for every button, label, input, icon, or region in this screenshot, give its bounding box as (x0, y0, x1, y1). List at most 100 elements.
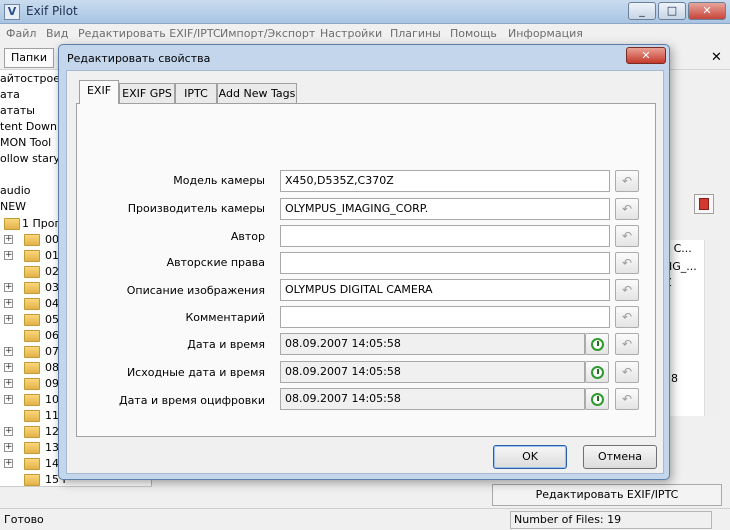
file-count: Number of Files: 19 (510, 511, 712, 529)
expand-icon[interactable]: + (4, 251, 13, 260)
label-datetime-original: Исходные дата и время (126, 366, 265, 379)
tab-add-new-tags[interactable]: Add New Tags (217, 83, 297, 103)
expand-icon[interactable]: + (4, 299, 13, 308)
undo-icon[interactable]: ↶ (615, 170, 639, 192)
tab-exif[interactable]: EXIF (79, 80, 119, 104)
folder-icon (24, 346, 40, 358)
folder-icon (24, 298, 40, 310)
tree-item[interactable]: ататы (0, 104, 35, 117)
status-text: Готово (4, 513, 44, 526)
app-logo-icon[interactable]: V (4, 4, 20, 20)
clock-button[interactable] (585, 388, 609, 410)
folder-icon (24, 394, 40, 406)
dialog-body: EXIF EXIF GPS IPTC Add New Tags Модель к… (66, 70, 664, 474)
camera-model-field[interactable]: X450,D535Z,C370Z (280, 170, 610, 192)
undo-icon[interactable]: ↶ (615, 361, 639, 383)
maximize-button[interactable]: □ (658, 2, 686, 20)
comment-field[interactable] (280, 306, 610, 328)
delete-button[interactable] (694, 194, 714, 214)
folder-icon (24, 250, 40, 262)
folder-icon (24, 314, 40, 326)
folder-icon (24, 410, 40, 422)
expand-icon[interactable]: + (4, 443, 13, 452)
menu-help[interactable]: Помощь (450, 27, 497, 40)
copyright-field[interactable] (280, 252, 610, 274)
menu-settings[interactable]: Настройки (320, 27, 382, 40)
folder-icon (24, 474, 40, 486)
expand-icon[interactable]: + (4, 235, 13, 244)
folder-icon (24, 378, 40, 390)
expand-icon[interactable]: + (4, 379, 13, 388)
expand-icon[interactable]: + (4, 363, 13, 372)
ok-button[interactable]: OK (493, 445, 567, 469)
tree-item[interactable]: айтострое (0, 72, 60, 85)
label-camera-model: Модель камеры (173, 174, 265, 187)
undo-icon[interactable]: ↶ (615, 252, 639, 274)
clock-button[interactable] (585, 333, 609, 355)
expand-icon[interactable]: + (4, 395, 13, 404)
undo-icon[interactable]: ↶ (615, 225, 639, 247)
undo-icon[interactable]: ↶ (615, 306, 639, 328)
expand-icon[interactable]: + (4, 459, 13, 468)
menu-plugins[interactable]: Плагины (390, 27, 441, 40)
tree-item[interactable]: tent Down (0, 120, 57, 133)
camera-maker-field[interactable]: OLYMPUS_IMAGING_CORP. (280, 198, 610, 220)
delete-icon (699, 198, 709, 210)
expand-icon[interactable]: + (4, 427, 13, 436)
tab-iptc[interactable]: IPTC (175, 83, 217, 103)
folders-tab[interactable]: Папки (4, 48, 54, 68)
menu-import-export[interactable]: Импорт/Экспорт (220, 27, 315, 40)
menu-bar: Файл Вид Редактировать EXIF/IPTC Импорт/… (0, 24, 730, 44)
main-title-bar: V Exif Pilot _ □ ✕ (0, 0, 730, 24)
tree-item[interactable]: ата (0, 88, 20, 101)
menu-view[interactable]: Вид (46, 27, 68, 40)
description-field[interactable]: OLYMPUS DIGITAL CAMERA (280, 279, 610, 301)
label-description: Описание изображения (126, 284, 265, 297)
close-button[interactable]: ✕ (688, 2, 726, 20)
folder-icon (24, 282, 40, 294)
author-field[interactable] (280, 225, 610, 247)
undo-icon[interactable]: ↶ (615, 388, 639, 410)
menu-edit-exif[interactable]: Редактировать EXIF/IPTC (78, 27, 221, 40)
tree-item[interactable]: MON Tool (0, 136, 51, 149)
minimize-button[interactable]: _ (628, 2, 656, 20)
folder-icon (24, 266, 40, 278)
clock-icon (591, 393, 604, 406)
datetime-field[interactable]: 08.09.2007 14:05:58 (280, 333, 585, 355)
edit-exif-button[interactable]: Редактировать EXIF/IPTC (492, 484, 722, 506)
menu-info[interactable]: Информация (508, 27, 583, 40)
tree-item[interactable]: NEW (0, 200, 26, 213)
expand-icon[interactable]: + (4, 315, 13, 324)
cancel-button[interactable]: Отмена (583, 445, 657, 469)
datetime-original-field[interactable]: 08.09.2007 14:05:58 (280, 361, 585, 383)
clock-button[interactable] (585, 361, 609, 383)
app-title: Exif Pilot (26, 4, 78, 18)
folder-icon (24, 330, 40, 342)
panel-close-icon[interactable]: ✕ (711, 50, 722, 65)
tab-exif-gps[interactable]: EXIF GPS (119, 83, 175, 103)
menu-file[interactable]: Файл (6, 27, 36, 40)
folder-icon (24, 234, 40, 246)
label-datetime-digitized: Дата и время оцифровки (118, 394, 265, 407)
tree-item[interactable]: ollow stary (0, 152, 60, 165)
expand-icon[interactable]: + (4, 347, 13, 356)
edit-properties-dialog: Редактировать свойства ✕ EXIF EXIF GPS I… (58, 44, 670, 480)
label-author: Автор (230, 230, 265, 243)
label-comment: Комментарий (185, 311, 265, 324)
undo-icon[interactable]: ↶ (615, 198, 639, 220)
label-datetime: Дата и время (187, 338, 265, 351)
tree-item[interactable]: audio (0, 184, 30, 197)
datetime-digitized-field[interactable]: 08.09.2007 14:05:58 (280, 388, 585, 410)
folder-icon (24, 362, 40, 374)
folder-icon (24, 442, 40, 454)
label-camera-maker: Производитель камеры (127, 202, 265, 215)
status-bar: Готово Number of Files: 19 (0, 508, 730, 530)
undo-icon[interactable]: ↶ (615, 279, 639, 301)
dialog-close-button[interactable]: ✕ (626, 47, 666, 64)
undo-icon[interactable]: ↶ (615, 333, 639, 355)
tree-horizontal-scrollbar[interactable] (0, 486, 152, 502)
expand-icon[interactable]: + (4, 283, 13, 292)
list-vertical-scrollbar[interactable] (704, 240, 720, 416)
folder-icon (24, 426, 40, 438)
clock-icon (591, 366, 604, 379)
